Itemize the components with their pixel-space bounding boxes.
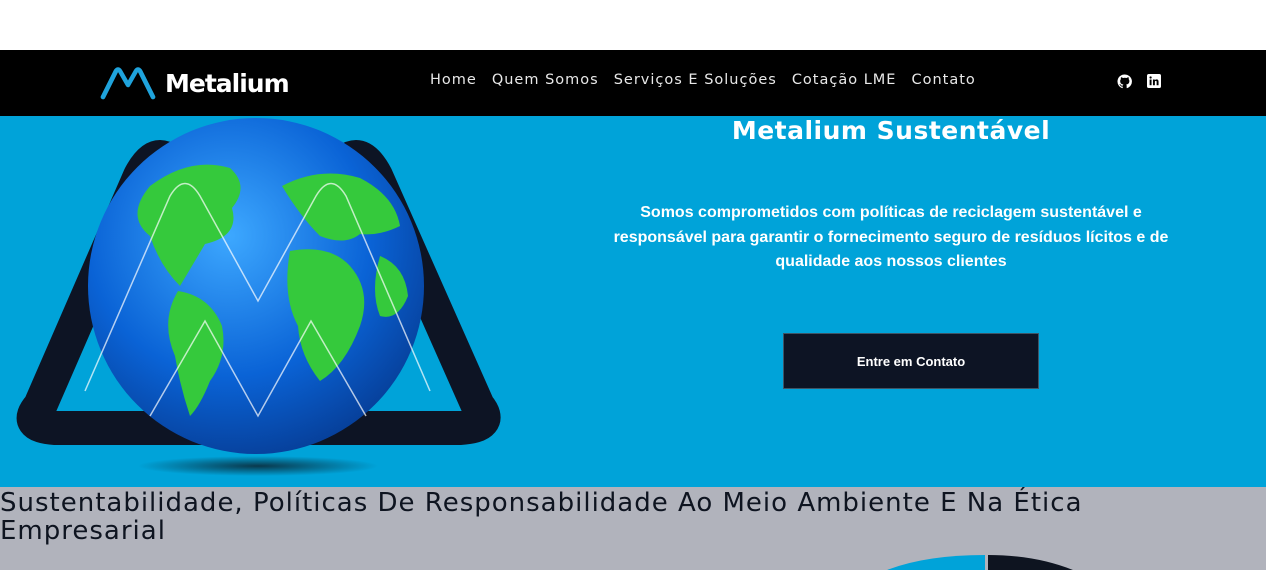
- nav-quem-somos[interactable]: Quem Somos: [492, 72, 599, 88]
- linkedin-icon[interactable]: [1146, 73, 1162, 89]
- hero-description: Somos comprometidos com políticas de rec…: [613, 204, 1169, 270]
- github-icon[interactable]: [1116, 73, 1132, 89]
- main-nav: Home Quem Somos Serviços E Soluções Cota…: [430, 72, 976, 88]
- logo[interactable]: Metalium: [99, 63, 290, 103]
- nav-home[interactable]: Home: [430, 72, 477, 88]
- sustainability-section: Sustentabilidade, Políticas De Responsab…: [0, 487, 1266, 570]
- decorative-pie-graphic: [887, 555, 1073, 570]
- nav-servicos[interactable]: Serviços E Soluções: [614, 72, 777, 88]
- top-blank-area: [0, 0, 1266, 50]
- hero-section: Metalium Sustentável Somos comprometidos…: [0, 116, 1266, 487]
- logo-text: Metalium: [165, 68, 290, 98]
- contact-button[interactable]: Entre em Contato: [783, 333, 1039, 389]
- nav-contato[interactable]: Contato: [911, 72, 975, 88]
- navbar: Metalium Home Quem Somos Serviços E Solu…: [0, 50, 1266, 116]
- globe-logo-illustration: [16, 118, 501, 476]
- nav-cotacao-lme[interactable]: Cotação LME: [792, 72, 897, 88]
- section-title: Sustentabilidade, Políticas De Responsab…: [0, 488, 1083, 546]
- hero-title: Metalium Sustentável: [731, 116, 1051, 145]
- metalium-logo-icon: [100, 67, 156, 100]
